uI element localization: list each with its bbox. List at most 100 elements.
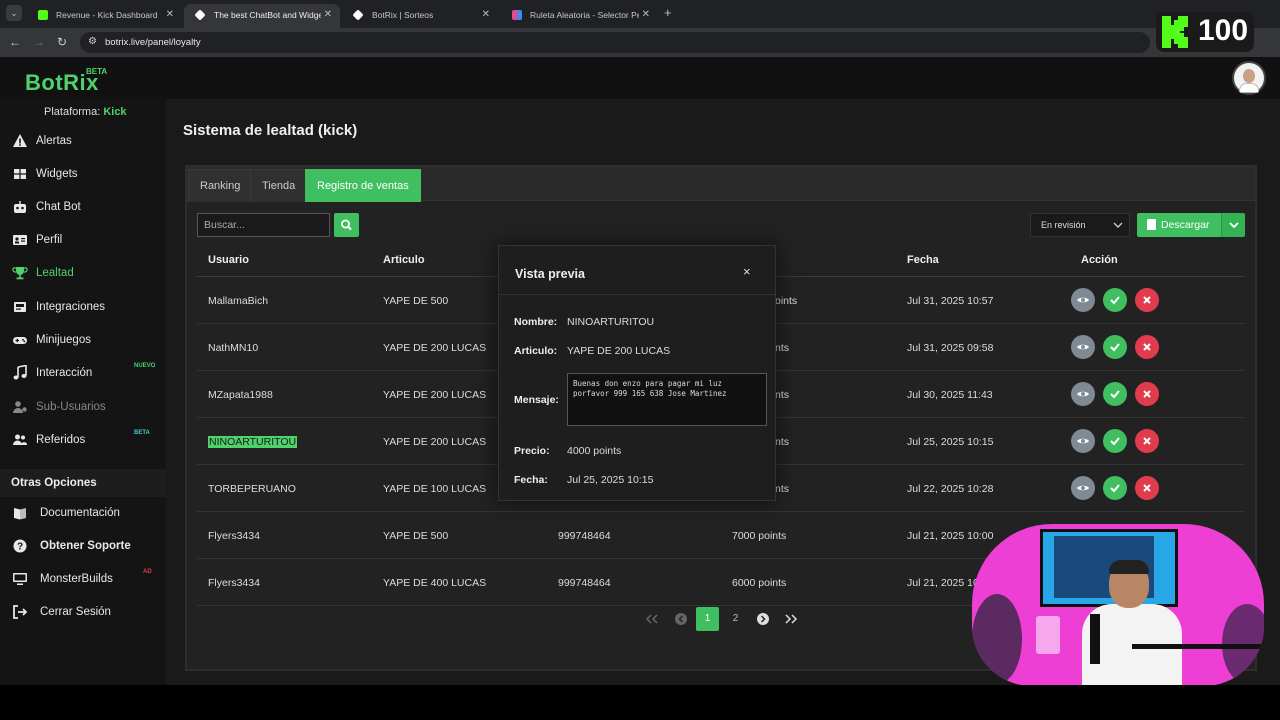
approve-button[interactable]: [1103, 476, 1127, 500]
page-2-button[interactable]: 2: [724, 607, 747, 631]
column-header-usuario: Usuario: [208, 254, 249, 266]
tab-ranking[interactable]: Ranking: [188, 169, 253, 202]
sidebar-item-label: Interacción: [36, 367, 93, 379]
glass: [1036, 616, 1060, 654]
modal-item-label: Articulo:: [514, 345, 558, 357]
sidebar-item-chat-bot[interactable]: Chat Bot: [0, 194, 166, 222]
reject-button[interactable]: [1135, 288, 1159, 312]
status-filter-value: En revisión: [1041, 220, 1086, 230]
next-page-icon[interactable]: [753, 607, 773, 631]
sidebar-item-obtener-soporte[interactable]: ? Obtener Soporte: [0, 533, 166, 561]
search-icon: [341, 219, 352, 231]
sidebar-item-label: Widgets: [36, 168, 78, 180]
close-icon[interactable]: ×: [743, 264, 751, 279]
reload-icon[interactable]: ↻: [57, 35, 67, 49]
search-input[interactable]: [197, 213, 330, 237]
download-options-button[interactable]: [1221, 213, 1245, 237]
reject-button[interactable]: [1135, 382, 1159, 406]
music-icon: [13, 365, 27, 380]
letterbox-bottom: [0, 685, 1280, 720]
last-page-icon[interactable]: [779, 607, 799, 631]
webcam-overlay: [972, 524, 1264, 686]
prev-page-icon[interactable]: [671, 607, 691, 631]
browser-toolbar: ← → ↻ ⚙ botrix.live/panel/loyalty ☐⋮: [0, 28, 1280, 57]
sidebar-item-referidos[interactable]: Referidos BETA: [0, 427, 166, 455]
tab-tienda[interactable]: Tienda: [250, 169, 308, 202]
sidebar-item-label: Obtener Soporte: [40, 540, 131, 552]
reject-button[interactable]: [1135, 335, 1159, 359]
cell-price: oints: [775, 295, 798, 307]
sidebar-item-label: Minijuegos: [36, 334, 91, 346]
search-button[interactable]: [334, 213, 359, 237]
preview-button[interactable]: [1071, 288, 1095, 312]
column-header-accion: Acción: [1081, 254, 1118, 266]
sidebar-item-documentacion[interactable]: Documentación: [0, 500, 166, 528]
ad-badge: AD: [143, 569, 152, 575]
forward-icon[interactable]: →: [33, 35, 45, 49]
sidebar-item-lealtad[interactable]: Lealtad: [0, 260, 166, 288]
sidebar-item-minijuegos[interactable]: Minijuegos: [0, 327, 166, 355]
browser-tab-revenue[interactable]: Revenue - Kick Dashboard ✕: [26, 4, 182, 28]
close-tab-icon[interactable]: ✕: [166, 9, 174, 20]
close-tab-icon[interactable]: ✕: [638, 9, 650, 20]
botrix-favicon-icon: [194, 9, 206, 21]
close-icon: [1143, 484, 1151, 492]
modal-divider: [499, 294, 775, 295]
close-tab-icon[interactable]: ✕: [482, 9, 490, 20]
approve-button[interactable]: [1103, 288, 1127, 312]
modal-message-textarea[interactable]: Buenas don enzo para pagar mi luz porfav…: [567, 373, 767, 426]
sidebar-item-sub-usuarios[interactable]: Sub-Usuarios: [0, 394, 166, 422]
sidebar-item-integraciones[interactable]: Integraciones: [0, 294, 166, 322]
preview-modal: Vista previa × Nombre: NINOARTURITOU Art…: [498, 245, 776, 501]
tab-search-button[interactable]: ⌄: [6, 5, 22, 21]
approve-button[interactable]: [1103, 429, 1127, 453]
preview-button[interactable]: [1071, 429, 1095, 453]
sidebar-item-monsterbuilds[interactable]: MonsterBuilds AD: [0, 566, 166, 594]
cell-user: MZapata1988: [208, 389, 273, 401]
sidebar-item-cerrar-sesion[interactable]: Cerrar Sesión: [0, 599, 166, 627]
page-1-button[interactable]: 1: [696, 607, 719, 631]
cell-date: Jul 31, 2025 09:58: [907, 342, 994, 354]
preview-button[interactable]: [1071, 476, 1095, 500]
svg-text:?: ?: [17, 542, 23, 553]
cell-price: 7000 points: [732, 530, 787, 542]
browser-tab-ruleta[interactable]: Ruleta Aleatoria - Selector Pers ✕: [500, 4, 658, 28]
preview-button[interactable]: [1071, 382, 1095, 406]
cell-item: YAPE DE 200 LUCAS: [383, 342, 487, 354]
close-tab-icon[interactable]: ✕: [320, 9, 332, 20]
preview-button[interactable]: [1071, 335, 1095, 359]
microphone: [1090, 614, 1100, 664]
sidebar-item-alertas[interactable]: Alertas: [0, 128, 166, 156]
browser-tab-sorteos[interactable]: BotRix | Sorteos ✕: [342, 4, 498, 28]
cell-price: nts: [775, 436, 790, 448]
site-info-icon[interactable]: ⚙: [88, 36, 97, 47]
approve-button[interactable]: [1103, 382, 1127, 406]
reject-button[interactable]: [1135, 429, 1159, 453]
close-icon: [1143, 390, 1151, 398]
logout-icon: [13, 605, 28, 619]
download-button[interactable]: Descargar: [1137, 213, 1221, 237]
tab-title: Ruleta Aleatoria - Selector Pers: [530, 10, 649, 20]
back-icon[interactable]: ←: [9, 35, 21, 49]
eye-icon: [1077, 344, 1089, 350]
approve-button[interactable]: [1103, 335, 1127, 359]
sidebar-item-interaccion[interactable]: Interacción NUEVO: [0, 360, 166, 388]
sidebar-item-label: Sub-Usuarios: [36, 401, 106, 413]
reject-button[interactable]: [1135, 476, 1159, 500]
sidebar-item-widgets[interactable]: Widgets: [0, 161, 166, 189]
sidebar: Plataforma: Kick Alertas Widgets Chat Bo…: [0, 99, 166, 685]
sidebar-item-perfil[interactable]: Perfil: [0, 227, 166, 255]
browser-tab-botrix[interactable]: The best ChatBot and Widgets ✕: [184, 4, 340, 28]
tab-registro-de-ventas[interactable]: Registro de ventas: [305, 169, 421, 202]
status-filter-select[interactable]: En revisión: [1030, 213, 1130, 237]
address-bar[interactable]: ⚙ botrix.live/panel/loyalty: [80, 32, 1150, 53]
kick-favicon-icon: [38, 10, 48, 20]
avatar[interactable]: [1232, 61, 1266, 95]
first-page-icon[interactable]: [644, 607, 664, 631]
new-tab-icon[interactable]: +: [664, 5, 672, 20]
overlay-count: 100: [1198, 14, 1249, 47]
page-title: Sistema de lealtad (kick): [183, 122, 358, 139]
question-icon: ?: [13, 539, 27, 553]
app-header: BotRix BETA: [0, 57, 1280, 99]
tab-title: The best ChatBot and Widgets: [214, 10, 330, 20]
